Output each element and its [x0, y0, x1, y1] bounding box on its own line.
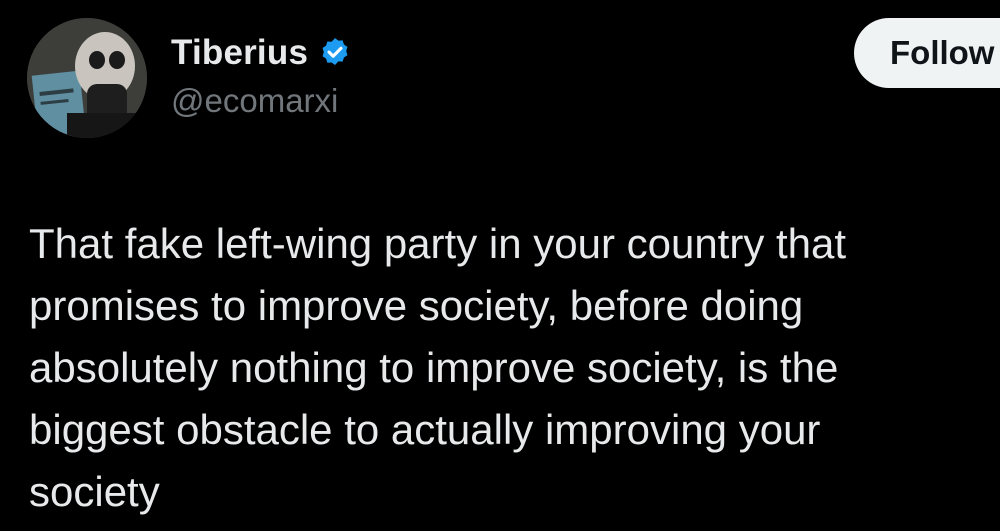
tweet-text-line: That fake left-wing party in your countr… — [29, 220, 847, 267]
avatar[interactable] — [27, 18, 147, 138]
follow-button[interactable]: Follow — [854, 18, 1000, 88]
tweet-text-line: biggest obstacle to actually improving y… — [29, 406, 821, 453]
tweet-text-line: society — [29, 468, 160, 515]
tweet-card: Tiberius @ecomarxi Follow That fake left… — [0, 0, 1000, 531]
verified-badge-icon — [318, 36, 352, 70]
author-display-name[interactable]: Tiberius — [171, 33, 308, 73]
tweet-text-line: absolutely nothing to improve society, i… — [29, 344, 839, 391]
tweet-text-line: promises to improve society, before doin… — [29, 282, 804, 329]
tweet-text: That fake left-wing party in your countr… — [29, 213, 989, 523]
author-handle[interactable]: @ecomarxi — [171, 82, 338, 120]
avatar-image — [27, 18, 147, 138]
author-name-row: Tiberius — [171, 30, 352, 76]
